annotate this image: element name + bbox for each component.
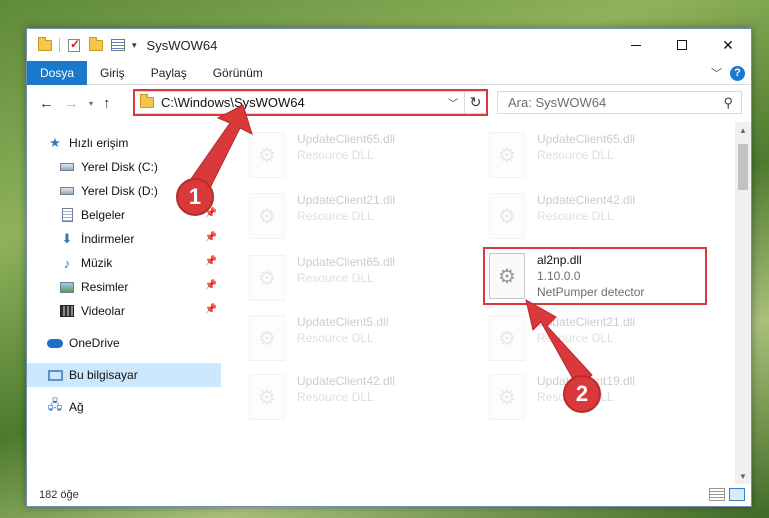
tab-home[interactable]: Giriş xyxy=(87,61,138,85)
back-button[interactable]: ← xyxy=(39,95,54,112)
sidebar-item-network[interactable]: 🖧 Ağ xyxy=(27,395,221,419)
up-button[interactable]: ↑ xyxy=(103,95,111,112)
window-title: SysWOW64 xyxy=(146,37,218,53)
vertical-scrollbar[interactable]: ▲ ▼ xyxy=(735,122,751,484)
sidebar-item-local-disk-c[interactable]: Yerel Disk (C:) xyxy=(27,155,221,179)
minimize-button[interactable] xyxy=(613,29,659,61)
sidebar-item-onedrive[interactable]: OneDrive xyxy=(27,331,221,355)
maximize-button[interactable] xyxy=(659,29,705,61)
pin-icon[interactable]: 📌 xyxy=(205,280,217,291)
details-view-icon[interactable] xyxy=(709,488,725,501)
address-history-chevron-icon[interactable]: ﹀ xyxy=(448,95,458,110)
cloud-icon xyxy=(47,335,63,351)
file-list: ⚙ UpdateClient65.dll Resource DLL ⚙ Updat… xyxy=(221,122,751,484)
step-1-badge: 1 xyxy=(176,178,214,216)
tab-share[interactable]: Paylaş xyxy=(138,61,200,85)
pin-icon[interactable]: 📌 xyxy=(205,304,217,315)
sidebar-item-pictures[interactable]: Resimler 📌 xyxy=(27,275,221,299)
dll-file-icon: ⚙ xyxy=(249,255,285,301)
forward-button[interactable]: → xyxy=(64,95,79,112)
file-item[interactable]: ⚙ UpdateClient42.dll Resource DLL xyxy=(489,189,719,245)
file-item[interactable]: ⚙ UpdateClient65.dll Resource DLL xyxy=(249,251,479,307)
large-icons-view-icon[interactable] xyxy=(729,488,745,501)
customize-toolbar-chevron-icon[interactable]: ▾ xyxy=(132,40,137,51)
file-item[interactable]: ⚙ UpdateClient65.dll Resource DLL xyxy=(249,128,479,184)
expand-ribbon-chevron-icon[interactable]: ﹀ xyxy=(711,65,722,81)
address-bar[interactable]: C:\Windows\SysWOW64 ﹀ ↻ xyxy=(133,91,487,114)
sidebar-item-music[interactable]: ♪ Müzik 📌 xyxy=(27,251,221,275)
sidebar-item-downloads[interactable]: ⬇ İndirmeler 📌 xyxy=(27,227,221,251)
sidebar-item-quick-access[interactable]: ★ Hızlı erişim xyxy=(27,131,221,155)
dll-file-icon: ⚙ xyxy=(489,374,525,420)
dll-file-icon: ⚙ xyxy=(489,132,525,178)
address-path[interactable]: C:\Windows\SysWOW64 xyxy=(161,95,305,110)
dll-file-icon: ⚙ xyxy=(489,315,525,361)
file-name: al2np.dll xyxy=(537,253,582,267)
sidebar-item-videos[interactable]: Videolar 📌 xyxy=(27,299,221,323)
scroll-up-arrow-icon[interactable]: ▲ xyxy=(735,122,751,138)
network-icon: 🖧 xyxy=(47,397,63,412)
file-description: NetPumper detector xyxy=(537,285,645,299)
music-icon: ♪ xyxy=(63,255,71,271)
content-area: ★ Hızlı erişim Yerel Disk (C:) Yerel Dis… xyxy=(27,122,751,484)
dll-file-icon: ⚙ xyxy=(489,253,525,299)
tab-file[interactable]: Dosya xyxy=(27,60,88,85)
dll-file-icon: ⚙ xyxy=(489,193,525,239)
properties-check-icon[interactable] xyxy=(66,37,82,53)
item-count: 182 öğe xyxy=(39,489,79,501)
sidebar-item-this-pc[interactable]: Bu bilgisayar xyxy=(27,363,221,387)
dll-file-icon: ⚙ xyxy=(249,315,285,361)
folder-icon xyxy=(140,94,154,108)
dll-file-icon: ⚙ xyxy=(249,193,285,239)
pin-icon[interactable]: 📌 xyxy=(205,256,217,267)
explorer-window: ▾ SysWOW64 ✕ Dosya Giriş Paylaş Görünüm … xyxy=(26,28,752,507)
videos-icon xyxy=(59,303,75,319)
folder-icon xyxy=(37,36,53,53)
file-version: 1.10.0.0 xyxy=(537,269,581,283)
pictures-icon xyxy=(59,279,75,295)
drive-icon xyxy=(59,183,75,199)
recent-locations-chevron-icon[interactable]: ▾ xyxy=(89,99,93,108)
computer-icon xyxy=(47,367,63,383)
scroll-down-arrow-icon[interactable]: ▼ xyxy=(735,468,751,484)
search-input[interactable]: Ara: SysWOW64 ⚲ xyxy=(497,91,742,114)
help-icon[interactable]: ? xyxy=(730,65,745,81)
file-item[interactable]: ⚙ UpdateClient21.dll Resource DLL xyxy=(489,311,719,367)
search-icon[interactable]: ⚲ xyxy=(723,95,733,111)
documents-icon xyxy=(59,207,75,223)
quick-access-toolbar: ▾ xyxy=(27,36,137,53)
address-row: ← → ▾ ↑ C:\Windows\SysWOW64 ﹀ ↻ Ara: Sys… xyxy=(27,85,751,121)
star-icon: ★ xyxy=(49,135,61,150)
ribbon-tabs: Dosya Giriş Paylaş Görünüm ﹀ ? xyxy=(27,60,751,85)
file-item[interactable]: ⚙ UpdateClient42.dll Resource DLL xyxy=(249,370,479,426)
refresh-button[interactable]: ↻ xyxy=(464,92,486,113)
pin-icon[interactable]: 📌 xyxy=(205,232,217,243)
file-item[interactable]: ⚙ UpdateClient21.dll Resource DLL xyxy=(249,189,479,245)
file-item[interactable]: ⚙ UpdateClient65.dll Resource DLL xyxy=(489,128,719,184)
search-placeholder[interactable]: Ara: SysWOW64 xyxy=(508,95,723,110)
status-bar: 182 öğe xyxy=(27,484,751,506)
file-item[interactable]: ⚙ UpdateClient19.dllResource DLL xyxy=(489,370,719,426)
navigation-pane: ★ Hızlı erişim Yerel Disk (C:) Yerel Dis… xyxy=(27,122,221,484)
close-button[interactable]: ✕ xyxy=(705,29,751,61)
drive-icon xyxy=(59,159,75,175)
title-bar: ▾ SysWOW64 ✕ xyxy=(27,29,751,61)
properties-icon[interactable] xyxy=(110,37,126,53)
file-item[interactable]: ⚙ UpdateClient5.dll Resource DLL xyxy=(249,311,479,367)
window-controls: ✕ xyxy=(613,29,751,61)
new-folder-icon[interactable] xyxy=(88,36,104,53)
dll-file-icon: ⚙ xyxy=(249,374,285,420)
file-item-al2np[interactable]: ⚙ al2np.dll 1.10.0.0 NetPumper detector xyxy=(489,249,719,305)
dll-file-icon: ⚙ xyxy=(249,132,285,178)
tab-view[interactable]: Görünüm xyxy=(200,61,276,85)
scrollbar-thumb[interactable] xyxy=(738,144,748,190)
step-2-badge: 2 xyxy=(563,375,601,413)
download-icon: ⬇ xyxy=(61,231,73,246)
